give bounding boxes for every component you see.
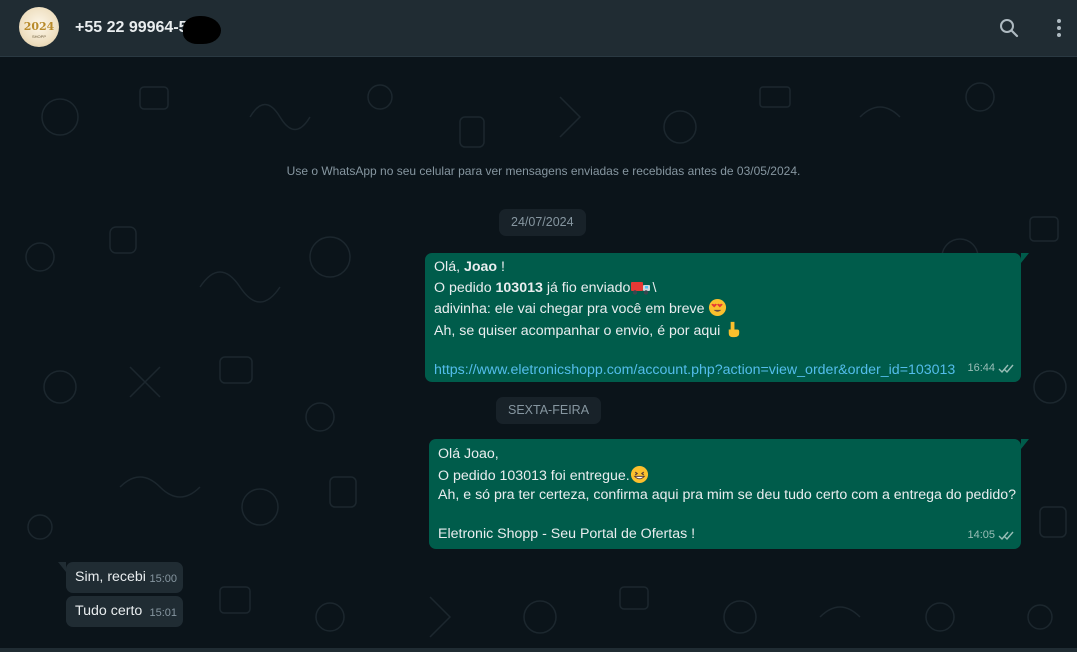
history-notice: Use o WhatsApp no seu celular para ver m… [286,164,801,178]
bubble-tail [58,562,66,572]
double-check-icon [998,364,1014,373]
message-time: 15:01 [149,606,177,619]
message-line: O pedido 103013 já fio enviado \ [434,279,657,296]
incoming-message[interactable]: Tudo certo 15:01 [66,596,183,627]
message-line: Olá Joao, [438,446,499,462]
message-text: Sim, recebi [75,569,146,585]
message-line: Olá, Joao ! [434,259,505,275]
chat-header: 2024 SHOPP +55 22 99964-57 [0,0,1077,57]
message-time: 15:00 [149,572,177,585]
bubble-tail [1021,439,1029,449]
chat-panel[interactable]: Use o WhatsApp no seu celular para ver m… [0,57,1077,652]
pointing-down-emoji-icon [728,321,740,337]
message-line: O pedido 103013 foi entregue. [438,465,1013,487]
message-text: Tudo certo [75,603,143,619]
message-line: adivinha: ele vai chegar pra você em bre… [434,298,1013,320]
avatar-logo-text: 2024 [23,20,55,33]
contact-avatar[interactable]: 2024 SHOPP [19,7,59,47]
message-line: Ah, se quiser acompanhar o envio, é por … [434,320,1013,342]
message-meta: 14:05 [967,526,1014,546]
message-meta: 15:01 [149,604,177,624]
message-meta: 15:00 [149,570,177,590]
kebab-menu-icon[interactable] [1047,16,1071,40]
grinning-emoji-icon [630,465,648,483]
double-check-icon [998,531,1014,540]
date-separator: 24/07/2024 [499,209,586,236]
message-time: 14:05 [967,528,995,541]
composer-bar-edge [0,648,1077,652]
date-separator: SEXTA-FEIRA [496,397,602,424]
outgoing-message[interactable]: Olá Joao, O pedido 103013 foi entregue. … [429,439,1029,549]
search-icon[interactable] [997,16,1021,40]
order-number: 103013 [495,279,543,296]
message-time: 16:44 [967,361,995,374]
bubble-tail [1021,253,1029,263]
avatar-logo-sub: SHOPP [31,34,46,39]
heart-eyes-emoji-icon [709,298,727,317]
order-tracking-link[interactable]: https://www.eletronicshopp.com/account.p… [434,361,1013,381]
message-meta: 16:44 [967,359,1014,379]
customer-name: Joao [463,259,498,275]
contact-name[interactable]: +55 22 99964-57 [75,19,196,37]
redaction-scribble [183,16,221,44]
incoming-message[interactable]: Sim, recebi 15:00 [58,562,183,593]
message-line: Eletronic Shopp - Seu Portal de Ofertas … [438,526,696,542]
outgoing-message[interactable]: Olá, Joao ! O pedido 103013 já fio envia… [425,253,1029,382]
truck-emoji-icon [631,281,651,295]
message-line: Ah, e só pra ter certeza, confirma aqui … [438,487,1017,503]
